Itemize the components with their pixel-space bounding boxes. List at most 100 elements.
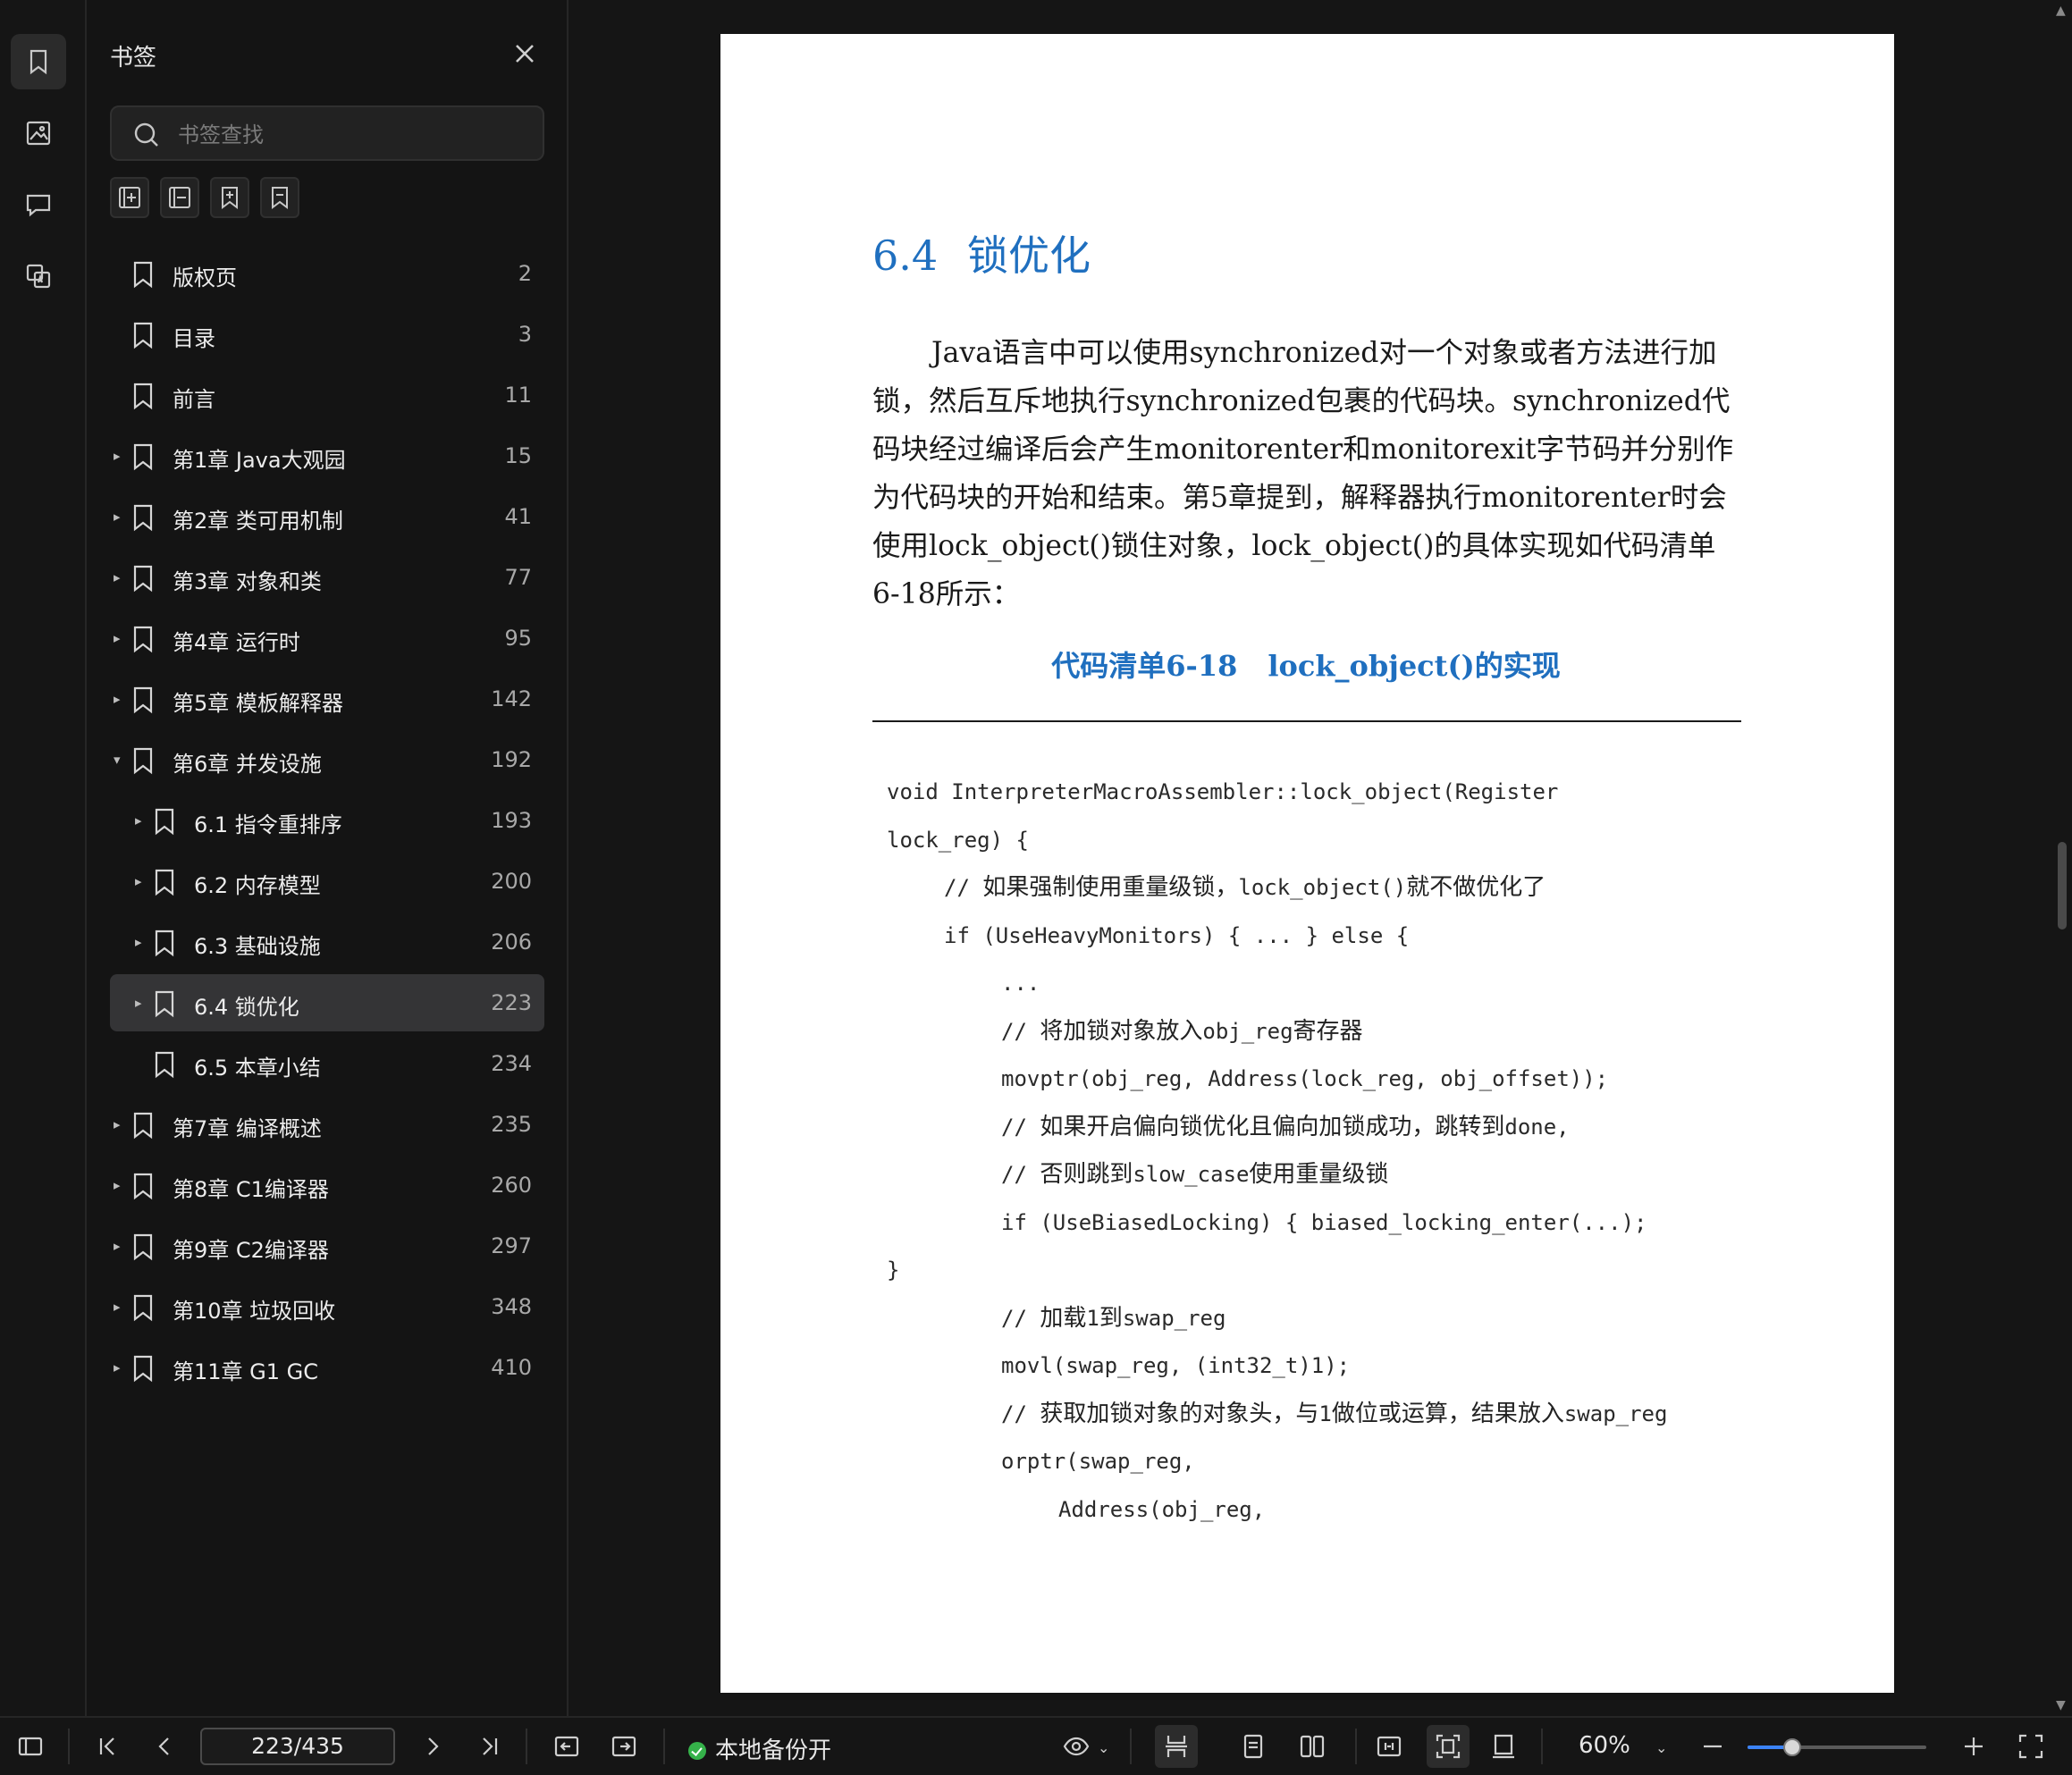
- bookmark-item[interactable]: ▸ 第10章 垃圾回收 348: [110, 1278, 544, 1335]
- go-back-icon: [554, 1736, 579, 1757]
- bookmark-search-input[interactable]: [176, 116, 537, 154]
- expand-arrow-icon[interactable]: ▸: [135, 994, 147, 1012]
- chevron-down-icon[interactable]: ⌄: [1098, 1739, 1109, 1756]
- scroll-down-icon[interactable]: ▼: [2056, 1698, 2066, 1712]
- bookmark-item[interactable]: ▾ 第6章 并发设施 192: [110, 731, 544, 788]
- bottom-toolbar: 223/435 本地备份开 ⌄ 60% ⌄: [0, 1716, 2072, 1775]
- expand-arrow-icon[interactable]: ▸: [114, 1176, 126, 1194]
- bookmark-item[interactable]: ▸ 第2章 类可用机制 41: [110, 488, 544, 545]
- add-child-bookmark-button[interactable]: [210, 177, 249, 218]
- fit-page-button[interactable]: [1427, 1725, 1470, 1768]
- expand-arrow-icon[interactable]: ▸: [114, 508, 126, 526]
- zoom-dropdown-icon[interactable]: ⌄: [1655, 1739, 1667, 1756]
- page-number-input[interactable]: 223/435: [200, 1728, 395, 1765]
- expand-arrow-icon[interactable]: ▸: [114, 690, 126, 708]
- plus-icon: [1965, 1737, 1983, 1755]
- close-icon: [516, 45, 534, 63]
- eye-mode-button[interactable]: [1060, 1730, 1092, 1762]
- bookmark-item[interactable]: ▸ 第8章 C1编译器 260: [110, 1157, 544, 1214]
- toggle-sidebar-button[interactable]: [14, 1730, 46, 1762]
- expand-arrow-icon[interactable]: ▸: [135, 812, 147, 829]
- code-line: // 将加锁对象放入obj_reg寄存器: [887, 1008, 1745, 1056]
- remove-bookmark-icon: [272, 187, 288, 209]
- bookmark-item[interactable]: 版权页 2: [110, 245, 544, 302]
- expand-arrow-icon[interactable]: ▸: [114, 1359, 126, 1376]
- first-page-icon: [99, 1737, 114, 1755]
- code-line: movptr(obj_reg, Address(lock_reg, obj_of…: [887, 1056, 1745, 1104]
- scroll-thumb[interactable]: [2058, 842, 2067, 930]
- bookmark-item[interactable]: ▸ 6.4 锁优化 223: [110, 974, 544, 1031]
- bookmark-item[interactable]: ▸ 第4章 运行时 95: [110, 610, 544, 667]
- bookmark-label: 第2章 类可用机制: [173, 509, 343, 534]
- code-text: slow_case: [1133, 1162, 1250, 1187]
- scroll-up-icon[interactable]: ▲: [2056, 4, 2066, 18]
- next-page-button[interactable]: [417, 1730, 449, 1762]
- translate-panel-button[interactable]: [11, 248, 66, 304]
- bookmark-icon: [130, 381, 156, 411]
- bookmark-item[interactable]: 前言 11: [110, 366, 544, 424]
- vertical-scrollbar[interactable]: ▲ ▼: [2052, 0, 2072, 1716]
- bookmark-item[interactable]: ▸ 第11章 G1 GC 410: [110, 1339, 544, 1396]
- last-page-button[interactable]: [474, 1730, 506, 1762]
- search-icon: [134, 122, 158, 147]
- bookmark-sidebar: 书签 版权页 2 目录 3 前言 11 ▸ 第1章 Java大观园 15 ▸ 第2章 类可用机制 41…: [87, 0, 569, 1716]
- zoom-out-button[interactable]: [1697, 1730, 1729, 1762]
- bookmark-icon: [130, 502, 156, 533]
- continuous-scroll-icon: [1166, 1736, 1187, 1757]
- expand-arrow-icon[interactable]: ▸: [114, 1115, 126, 1133]
- go-forward-button[interactable]: [608, 1730, 640, 1762]
- add-bookmark-button[interactable]: [110, 177, 149, 218]
- zoom-slider-knob[interactable]: [1783, 1738, 1801, 1756]
- previous-page-button[interactable]: [148, 1730, 181, 1762]
- expand-arrow-icon[interactable]: ▸: [135, 872, 147, 890]
- bookmark-item[interactable]: ▸ 6.2 内存模型 200: [110, 853, 544, 910]
- collapse-bookmark-button[interactable]: [160, 177, 199, 218]
- bookmark-item[interactable]: ▸ 第1章 Java大观园 15: [110, 427, 544, 484]
- bookmark-item[interactable]: ▸ 6.1 指令重排序 193: [110, 792, 544, 849]
- document-viewport[interactable]: 6.4 锁优化 Java语言中可以使用synchronized对一个对象或者方法进…: [569, 0, 2052, 1725]
- expand-arrow-icon[interactable]: ▸: [114, 1237, 126, 1255]
- bookmark-item[interactable]: ▸ 第7章 编译概述 235: [110, 1096, 544, 1153]
- fit-width-button[interactable]: [1373, 1730, 1405, 1762]
- bookmark-label: 第5章 模板解释器: [173, 691, 343, 716]
- first-page-button[interactable]: [91, 1730, 123, 1762]
- single-page-button[interactable]: [1237, 1730, 1269, 1762]
- bookmark-item[interactable]: ▸ 第9章 C2编译器 297: [110, 1217, 544, 1274]
- bookmark-item[interactable]: 目录 3: [110, 306, 544, 363]
- bookmark-icon: [130, 442, 156, 472]
- bookmark-item[interactable]: ▸ 第3章 对象和类 77: [110, 549, 544, 606]
- bookmark-item[interactable]: ▸ 第5章 模板解释器 142: [110, 670, 544, 728]
- code-line: Address(obj_reg,: [887, 1486, 1745, 1535]
- zoom-level[interactable]: 60%: [1579, 1732, 1630, 1759]
- actual-size-button[interactable]: [1487, 1730, 1520, 1762]
- last-page-icon: [483, 1737, 498, 1755]
- continuous-scroll-button[interactable]: [1155, 1725, 1198, 1768]
- expand-arrow-icon[interactable]: ▸: [114, 447, 126, 465]
- bookmark-page-number: 15: [504, 443, 532, 468]
- go-back-button[interactable]: [551, 1730, 583, 1762]
- local-backup-status[interactable]: 本地备份开: [688, 1732, 831, 1765]
- zoom-slider[interactable]: [1748, 1738, 1926, 1756]
- image-panel-button[interactable]: [11, 105, 66, 161]
- double-page-button[interactable]: [1296, 1730, 1328, 1762]
- expand-arrow-open-icon[interactable]: ▾: [114, 751, 126, 769]
- expand-arrow-icon[interactable]: ▸: [114, 568, 126, 586]
- go-forward-icon: [611, 1736, 636, 1757]
- remove-bookmark-button[interactable]: [260, 177, 299, 218]
- expand-arrow-icon[interactable]: ▸: [114, 629, 126, 647]
- expand-arrow-icon[interactable]: ▸: [135, 933, 147, 951]
- close-sidebar-button[interactable]: [510, 39, 539, 68]
- body-paragraph: Java语言中可以使用synchronized对一个对象或者方法进行加锁，然后互…: [872, 337, 1734, 610]
- bookmark-panel-button[interactable]: [11, 34, 66, 89]
- bookmark-icon: [130, 1232, 156, 1262]
- expand-arrow-icon[interactable]: ▸: [114, 1298, 126, 1316]
- bookmark-item[interactable]: ▸ 6.3 基础设施 206: [110, 913, 544, 971]
- bookmark-item[interactable]: 6.5 本章小结 234: [110, 1035, 544, 1092]
- code-text: //: [1001, 1162, 1040, 1187]
- fullscreen-button[interactable]: [2015, 1730, 2047, 1762]
- listing-caption: 代码清单6-18 lock_object()的实现: [872, 644, 1739, 685]
- bookmark-page-number: 3: [518, 322, 532, 347]
- bookmark-page-number: 95: [504, 626, 532, 651]
- zoom-in-button[interactable]: [1958, 1730, 1990, 1762]
- comment-panel-button[interactable]: [11, 177, 66, 232]
